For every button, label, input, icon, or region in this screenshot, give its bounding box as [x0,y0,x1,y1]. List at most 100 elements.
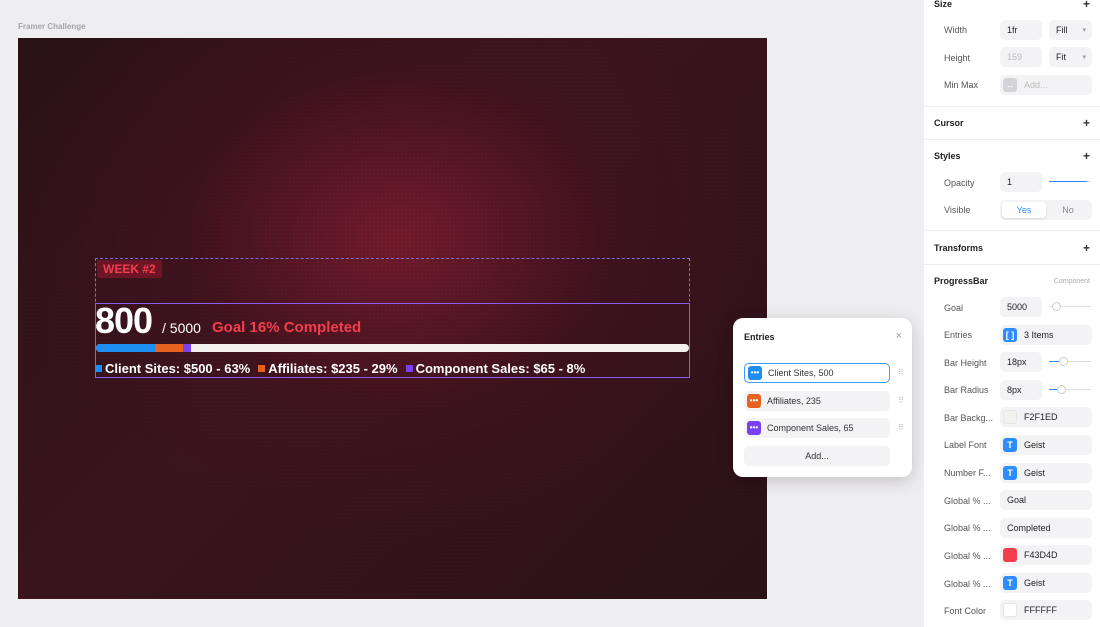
goal-value: 5000 [1007,302,1028,312]
bar-background-value: F2F1ED [1024,412,1058,422]
global-color-label: Global % ... [944,551,991,561]
number-font-label: Number F... [944,468,991,478]
text-font-icon: T [1003,576,1017,590]
global-font-select[interactable]: T Geist [1000,573,1092,593]
entries-title: Entries [744,332,775,342]
slider-knob[interactable] [1052,302,1061,311]
color-swatch [1003,548,1017,562]
bar-radius-label: Bar Radius [944,385,989,395]
font-color-value: FFFFFF [1024,605,1057,615]
font-color-label: Font Color [944,606,987,616]
chevron-down-icon: ▾ [1082,54,1086,61]
global-color-value: F43D4D [1024,550,1058,560]
color-swatch [1003,410,1017,424]
number-font-value: Geist [1024,468,1046,478]
entries-field[interactable]: [ ] 3 Items [1000,325,1092,345]
bar-background-color[interactable]: F2F1ED [1000,407,1092,427]
divider [924,106,1100,107]
drag-handle-icon[interactable]: ⠿ [898,368,904,377]
entry-affiliates[interactable]: ••• Affiliates, 235 [744,391,890,411]
global-goal-input[interactable]: Goal [1000,490,1092,510]
entries-popover: Entries × ••• Client Sites, 500 ⠿ ••• Af… [733,318,912,477]
slider-fill [1049,181,1087,182]
entry-label: Client Sites, 500 [768,368,834,378]
width-mode-select[interactable]: Fill ▾ [1049,20,1092,40]
global-completed-input[interactable]: Completed [1000,518,1092,538]
opacity-slider[interactable] [1049,172,1091,192]
height-input[interactable]: 159 [1000,47,1042,67]
slider-knob[interactable] [1059,357,1068,366]
goal-completed-text: Goal 16% Completed [212,319,362,336]
progress-segment-affiliates [155,344,184,352]
bar-radius-input[interactable]: 8px [1000,380,1042,400]
plus-icon[interactable]: + [1083,241,1090,255]
entry-dots-icon: ••• [747,394,761,408]
legend-swatch [405,365,413,372]
add-entry-button[interactable]: Add... [744,446,890,466]
visible-yes-option[interactable]: Yes [1002,202,1046,218]
minmax-input[interactable]: ↔ Add... [1000,75,1092,95]
entries-value: 3 Items [1024,330,1054,340]
entry-component-sales[interactable]: ••• Component Sales, 65 [744,418,890,438]
entry-label: Affiliates, 235 [767,396,821,406]
width-value: 1fr [1007,25,1018,35]
frame-label[interactable]: Framer Challenge [18,22,86,31]
goal-label: Goal [944,303,964,313]
drag-handle-icon[interactable]: ⠿ [898,396,904,405]
bar-radius-slider[interactable] [1049,380,1091,400]
current-total: 800 [95,300,153,341]
width-input[interactable]: 1fr [1000,20,1042,40]
drag-handle-icon[interactable]: ⠿ [898,423,904,432]
opacity-input[interactable]: 1 [1000,172,1042,192]
section-cursor-title: Cursor [934,118,964,128]
section-size-title: Size [934,0,953,9]
height-mode-value: Fit [1056,52,1066,62]
visible-toggle[interactable]: Yes No [1000,200,1092,220]
global-font-value: Geist [1024,578,1046,588]
legend-item-client-sites: Client Sites: $500 - 63% [95,361,250,376]
text-font-icon: T [1003,438,1017,452]
label-font-value: Geist [1024,440,1046,450]
goal-of-total: / 5000 [162,320,201,336]
section-progressbar-title: ProgressBar [934,276,989,286]
text-font-icon: T [1003,466,1017,480]
divider [924,139,1100,140]
font-color-field[interactable]: FFFFFF [1000,600,1092,620]
bar-height-label: Bar Height [944,358,987,368]
legend-item-component-sales: Component Sales: $65 - 8% [405,361,585,376]
close-icon[interactable]: × [896,330,902,342]
section-styles-title: Styles [934,151,961,161]
plus-icon[interactable]: + [1083,116,1090,130]
section-transforms-title: Transforms [934,243,984,253]
entry-dots-icon: ••• [748,366,762,380]
entry-dots-icon: ••• [747,421,761,435]
chevron-down-icon: ▾ [1082,27,1086,34]
bar-height-slider[interactable] [1049,352,1091,372]
progress-segment-client-sites [96,344,156,352]
height-value: 159 [1007,52,1023,62]
width-mode-value: Fill [1056,25,1068,35]
resize-icon: ↔ [1003,78,1017,92]
minmax-label: Min Max [944,80,979,90]
slider-knob[interactable] [1057,385,1066,394]
height-mode-select[interactable]: Fit ▾ [1049,47,1092,67]
goal-input[interactable]: 5000 [1000,297,1042,317]
goal-slider[interactable] [1049,297,1091,317]
progress-segment-component-sales [183,344,191,352]
global-color-field[interactable]: F43D4D [1000,545,1092,565]
properties-panel: Size + Width 1fr Fill ▾ Height 159 Fit ▾… [924,0,1100,627]
array-brackets-icon: [ ] [1003,328,1017,342]
plus-icon[interactable]: + [1083,149,1090,163]
visible-label: Visible [944,205,971,215]
bar-background-label: Bar Backg... [944,413,994,423]
entry-client-sites[interactable]: ••• Client Sites, 500 [744,363,890,383]
legend-swatch [95,365,102,372]
width-label: Width [944,25,968,35]
number-font-select[interactable]: T Geist [1000,463,1092,483]
component-note: Component [1053,278,1090,285]
bar-height-input[interactable]: 18px [1000,352,1042,372]
plus-icon[interactable]: + [1083,0,1090,11]
global-goal-value: Goal [1007,495,1027,505]
visible-no-option[interactable]: No [1046,202,1090,218]
label-font-select[interactable]: T Geist [1000,435,1092,455]
